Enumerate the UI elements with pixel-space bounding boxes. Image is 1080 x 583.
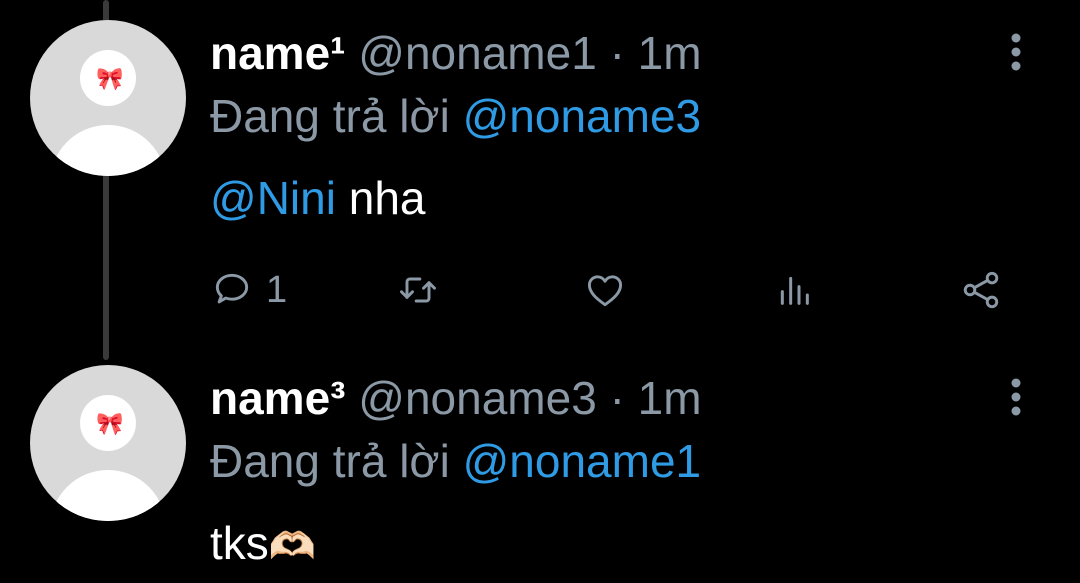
tweet-body: nha (348, 172, 426, 224)
replying-to-label: Đang trả lời (210, 90, 450, 142)
like-button[interactable] (582, 260, 628, 320)
like-icon (587, 275, 623, 307)
replying-to-handle[interactable]: @noname1 (463, 435, 702, 487)
avatar[interactable]: 🎀 (30, 365, 186, 521)
replying-to: Đang trả lời @noname3 (210, 88, 701, 144)
avatar[interactable]: 🎀 (30, 20, 186, 176)
replying-to-label: Đang trả lời (210, 435, 450, 487)
timestamp[interactable]: 1m (638, 27, 702, 79)
tweet-thread: 🎀 name¹ @noname1 · 1m Đang trả lời @nona… (0, 0, 1080, 583)
heart-hands-emoji: 🫶🏻 (268, 526, 317, 568)
tweet-body: tks (210, 517, 269, 569)
share-icon (963, 271, 999, 309)
display-name[interactable]: name¹ (210, 27, 345, 79)
bow-icon: 🎀 (96, 411, 124, 436)
tweet-header: name³ @noname3 · 1m (210, 370, 702, 426)
tweet[interactable]: 🎀 name³ @noname3 · 1m Đang trả lời @nona… (0, 350, 1080, 583)
user-handle[interactable]: @noname1 (358, 27, 597, 79)
tweet-actions: 1 (210, 260, 1030, 320)
tweet-header: name¹ @noname1 · 1m (210, 25, 702, 81)
replying-to: Đang trả lời @noname1 (210, 433, 701, 489)
avatar-body (50, 125, 166, 176)
tweet-text: @Nini nha (210, 170, 425, 226)
reply-icon (215, 273, 249, 304)
views-icon (780, 276, 809, 305)
avatar-body (50, 470, 166, 521)
tweet[interactable]: 🎀 name¹ @noname1 · 1m Đang trả lời @nona… (0, 0, 1080, 350)
replying-to-handle[interactable]: @noname3 (463, 90, 702, 142)
timestamp[interactable]: 1m (638, 372, 702, 424)
reply-count: 1 (266, 268, 288, 311)
more-icon[interactable] (1000, 375, 1032, 419)
retweet-button[interactable] (395, 260, 441, 320)
separator-dot: · (609, 27, 625, 79)
retweet-icon (400, 277, 436, 303)
mention-link[interactable]: @Nini (210, 172, 336, 224)
share-button[interactable] (958, 260, 1004, 320)
tweet-text: tks🫶🏻 (210, 515, 316, 575)
user-handle[interactable]: @noname3 (358, 372, 597, 424)
views-button[interactable] (774, 260, 814, 320)
reply-button[interactable]: 1 (210, 260, 287, 320)
separator-dot: · (609, 372, 625, 424)
more-icon[interactable] (1000, 30, 1032, 74)
bow-icon: 🎀 (96, 66, 124, 91)
display-name[interactable]: name³ (210, 372, 345, 424)
